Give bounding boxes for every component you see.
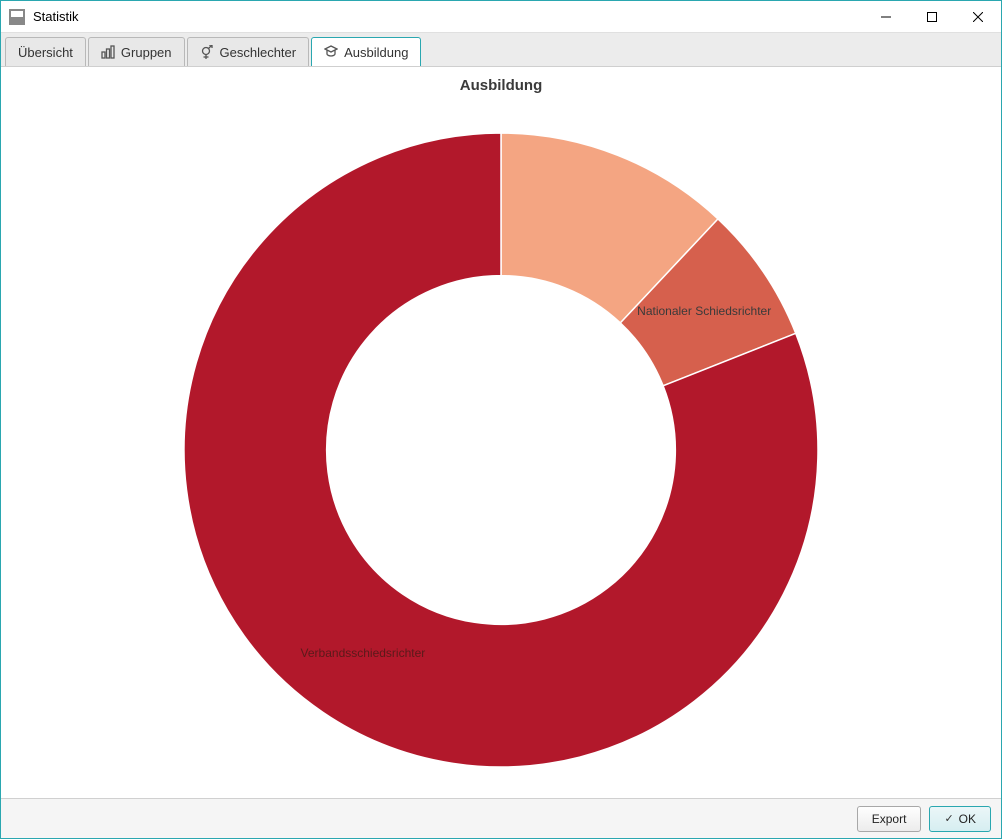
tab-label: Übersicht [18, 45, 73, 60]
chart-title: Ausbildung [1, 67, 1001, 94]
tab-ausbildung[interactable]: Ausbildung [311, 37, 421, 66]
button-label: Export [872, 812, 907, 826]
tab-label: Gruppen [121, 45, 172, 60]
button-label: OK [959, 812, 976, 826]
tab-uebersicht[interactable]: Übersicht [5, 37, 86, 66]
tab-gruppen[interactable]: Gruppen [88, 37, 185, 66]
close-button[interactable] [955, 1, 1001, 33]
app-icon [9, 9, 25, 25]
graduation-cap-icon [324, 45, 338, 59]
tab-geschlechter[interactable]: Geschlechter [187, 37, 310, 66]
tab-bar: Übersicht Gruppen Geschlechter Ausbildun… [1, 33, 1001, 67]
slice-label: Nationaler Schiedsrichter [637, 304, 771, 318]
close-icon [973, 12, 983, 22]
maximize-icon [927, 12, 937, 22]
bar-chart-icon [101, 45, 115, 59]
chart-panel: Ausbildung Nationaler Schiedsrichter Verb… [1, 67, 1001, 798]
tab-label: Ausbildung [344, 45, 408, 60]
tab-label: Geschlechter [220, 45, 297, 60]
donut-svg [181, 130, 821, 770]
check-icon: ✓ [944, 812, 953, 825]
chart-area: Nationaler Schiedsrichter Verbandsschieds… [1, 101, 1001, 798]
gender-icon [200, 45, 214, 59]
window-title: Statistik [33, 9, 79, 24]
minimize-button[interactable] [863, 1, 909, 33]
slice-label: Verbandsschiedsrichter [301, 646, 426, 660]
maximize-button[interactable] [909, 1, 955, 33]
minimize-icon [881, 12, 891, 22]
dialog-footer: Export ✓ OK [1, 798, 1001, 838]
window-titlebar: Statistik [1, 1, 1001, 33]
donut-chart: Nationaler Schiedsrichter Verbandsschieds… [181, 130, 821, 770]
export-button[interactable]: Export [857, 806, 922, 832]
ok-button[interactable]: ✓ OK [929, 806, 991, 832]
